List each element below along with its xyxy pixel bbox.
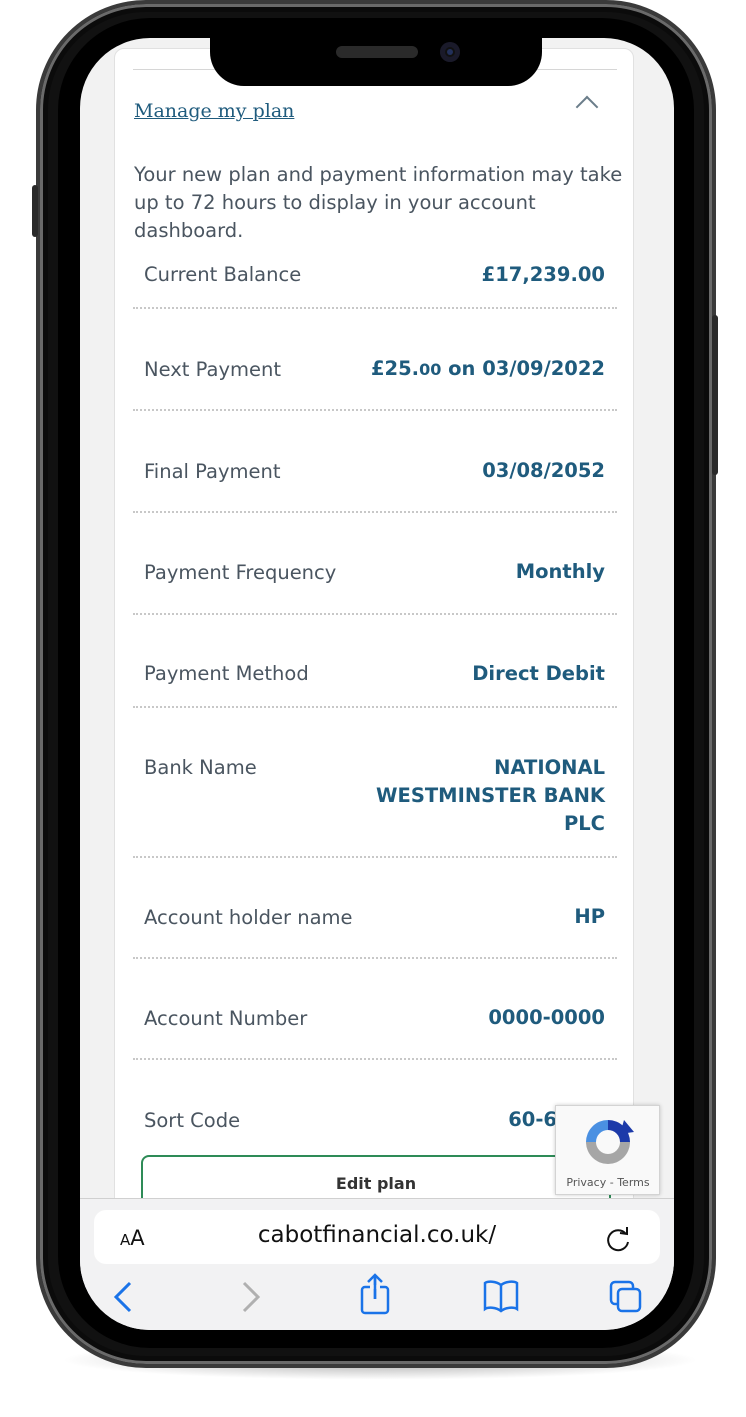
payment-date: on 03/09/2022 [441,357,605,380]
row-label: Sort Code [144,1109,241,1132]
reload-icon[interactable] [604,1224,634,1254]
bank-name-line: NATIONAL [494,756,605,779]
row-label: Payment Method [144,662,309,685]
back-icon[interactable] [110,1279,138,1315]
address-bar[interactable]: AA cabotfinancial.co.uk/ [94,1210,660,1264]
row-label: Current Balance [144,263,302,286]
power-button [712,315,718,475]
recaptcha-privacy-terms[interactable]: Privacy - Terms [556,1176,660,1189]
row-label: Account holder name [144,906,353,929]
phone-screen: Manage my plan Your new plan and payment… [80,38,674,1330]
row-value: NATIONAL WESTMINSTER BANK PLC [376,754,605,838]
row-label: Payment Frequency [144,561,337,584]
bank-name-line: WESTMINSTER BANK [375,784,605,807]
bookmarks-icon[interactable] [482,1279,520,1313]
row-divider [133,511,617,513]
row-label: Final Payment [144,460,281,483]
recaptcha-badge[interactable]: Privacy - Terms [555,1105,660,1195]
speaker-grille [336,46,418,58]
row-divider [133,706,617,708]
row-value: 0000-0000 [488,1006,605,1029]
front-camera [440,42,460,62]
forward-icon[interactable] [236,1279,264,1315]
row-value: 60-6 [508,1108,557,1131]
row-label: Bank Name [144,756,257,779]
row-divider [133,613,617,615]
row-label: Next Payment [144,358,281,381]
bank-name-line: PLC [563,812,605,835]
row-divider [133,409,617,411]
phone-notch [210,38,542,86]
manage-my-plan-link[interactable]: Manage my plan [134,100,294,122]
plan-card: Manage my plan Your new plan and payment… [114,48,634,1248]
amount-pounds: £25. [370,357,420,380]
row-divider [133,957,617,959]
row-value: £17,239.00 [481,263,605,286]
mute-switch [32,185,38,237]
row-divider [133,307,617,309]
recaptcha-icon [586,1120,634,1164]
tabs-icon[interactable] [608,1279,644,1315]
url-text[interactable]: cabotfinancial.co.uk/ [94,1222,660,1248]
row-value: HP [574,905,605,928]
row-label: Account Number [144,1007,308,1030]
share-icon[interactable] [358,1273,392,1315]
row-value: £25.00 on 03/09/2022 [371,355,605,384]
amount-pence: 00 [419,360,442,379]
chevron-up-icon[interactable] [575,95,599,119]
row-divider [133,1058,617,1060]
browser-nav-row [80,1273,674,1319]
row-divider [133,856,617,858]
plan-info-text: Your new plan and payment information ma… [134,163,623,242]
row-value: 03/08/2052 [482,459,605,482]
row-value: Monthly [515,560,605,583]
row-value: Direct Debit [472,662,605,685]
browser-toolbar: AA cabotfinancial.co.uk/ [80,1198,674,1330]
